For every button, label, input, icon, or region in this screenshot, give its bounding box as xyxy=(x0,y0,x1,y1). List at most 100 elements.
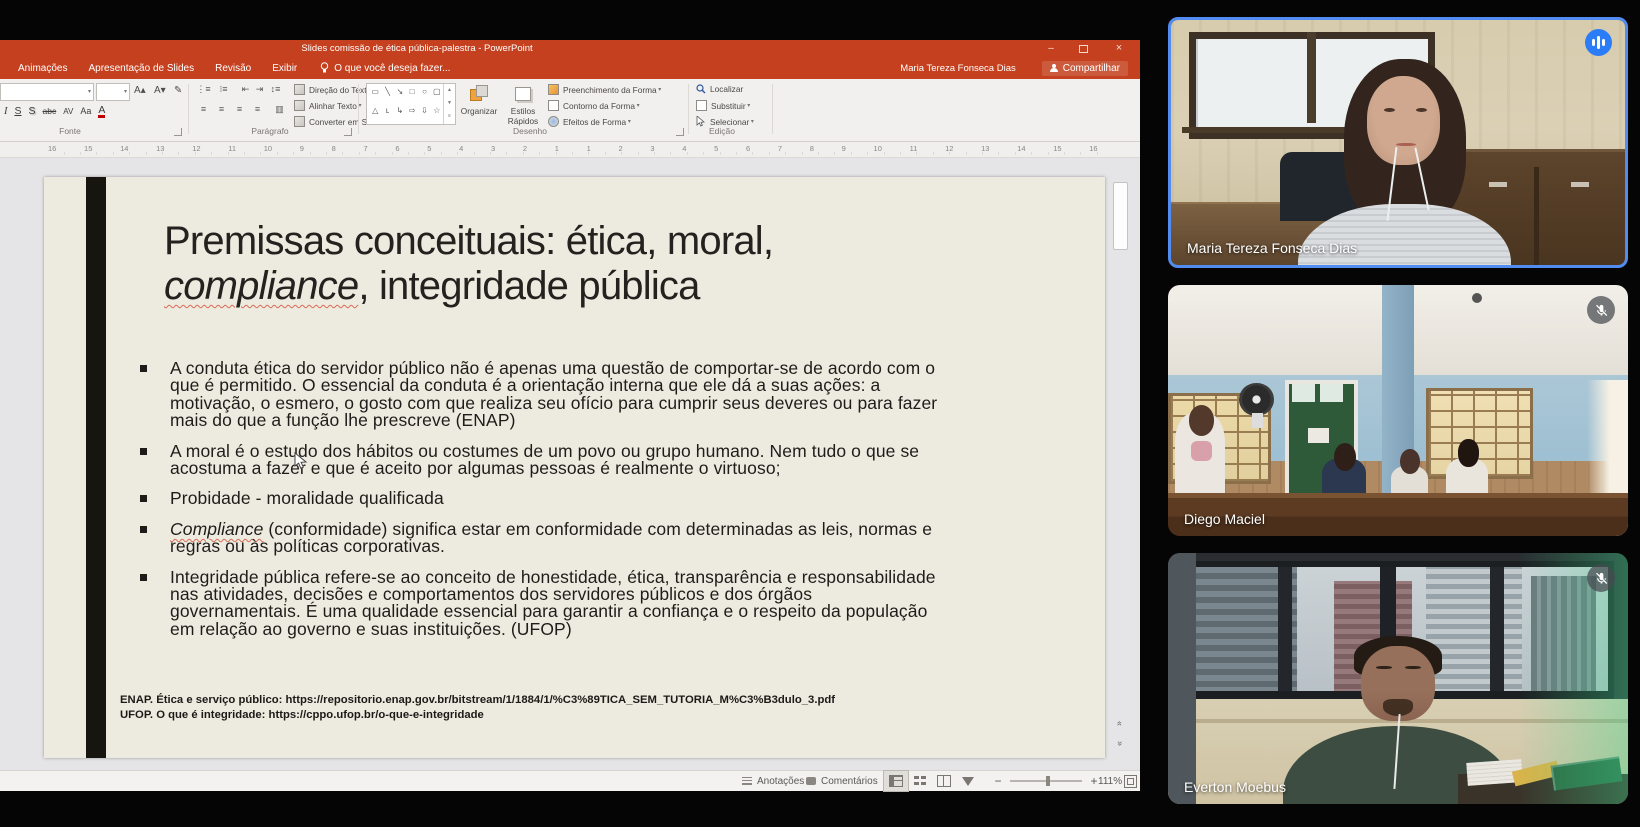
minimize-button[interactable]: – xyxy=(1038,42,1064,55)
scrollbar-thumb[interactable] xyxy=(1113,182,1128,250)
bullet-list-button[interactable]: ⋮≡ xyxy=(196,83,211,96)
replace-button[interactable]: Substituir ▾ xyxy=(696,100,750,111)
justify-button[interactable]: ≡ xyxy=(250,103,265,116)
font-name-combo[interactable]: ▾ xyxy=(0,83,94,101)
align-center-button[interactable]: ≡ xyxy=(214,103,229,116)
shapes-gallery[interactable]: ▭╲↘□○▢ △ʟ↳⇨⇩☆ ▲▼≡ xyxy=(366,83,456,125)
slide-canvas[interactable]: Premissas conceituais: ética, moral, com… xyxy=(44,177,1105,758)
increase-font-button[interactable]: A▴ xyxy=(134,85,146,96)
ruler-number: 6 xyxy=(746,144,750,155)
line-spacing-button[interactable]: ↕≡ xyxy=(268,83,283,96)
bullet-item: Probidade - moralidade qualificada xyxy=(140,490,946,507)
person-head xyxy=(1458,439,1479,467)
speaking-indicator-icon xyxy=(1585,29,1612,56)
ruler-number: 4 xyxy=(459,144,463,155)
shape-icon[interactable]: △ xyxy=(369,104,381,123)
ruler-number: 2 xyxy=(523,144,527,155)
increase-indent-button[interactable]: ⇥ xyxy=(252,83,267,96)
align-right-button[interactable]: ≡ xyxy=(232,103,247,116)
shape-icon[interactable]: ⇩ xyxy=(418,104,430,123)
bullet-item: A conduta ética do servidor público não … xyxy=(140,360,946,430)
shape-icon[interactable]: ↳ xyxy=(394,104,406,123)
font-style-button[interactable]: I xyxy=(4,106,8,117)
ribbon-tabs: Animações Apresentação de Slides Revisão Ex… xyxy=(0,61,300,76)
ribbon-tab-bar: Animações Apresentação de Slides Revisão Ex… xyxy=(0,57,1140,79)
organize-button[interactable]: Organizar xyxy=(458,83,500,125)
ruler-number: 14 xyxy=(120,144,128,155)
shapes-gallery-grid: ▭╲↘□○▢ △ʟ↳⇨⇩☆ xyxy=(369,85,443,123)
shape-icon[interactable]: ○ xyxy=(418,85,430,104)
next-slide-button[interactable]: « xyxy=(1112,736,1127,751)
comments-icon xyxy=(806,777,816,785)
text-direction-button[interactable]: Direção do Texto ▾ xyxy=(294,84,376,95)
align-text-button[interactable]: Alinhar Texto ▾ xyxy=(294,100,362,111)
decrease-font-button[interactable]: A▾ xyxy=(154,85,166,96)
participant-tile-everton[interactable]: Everton Moebus xyxy=(1168,553,1628,804)
zoom-slider-thumb[interactable] xyxy=(1046,776,1050,786)
participant-tile-maria[interactable]: Maria Tereza Fonseca Dias xyxy=(1168,17,1628,268)
vertical-scrollbar[interactable]: « « xyxy=(1112,164,1127,764)
ruler-number: 15 xyxy=(84,144,92,155)
title-bar[interactable]: Slides comissão de ética pública-palestr… xyxy=(0,40,1140,57)
shape-icon[interactable]: □ xyxy=(406,85,418,104)
comments-toggle[interactable]: Comentários xyxy=(806,771,878,791)
shirt-print xyxy=(1191,441,1212,461)
shape-icon[interactable]: ╲ xyxy=(381,85,393,104)
ruler-number: 14 xyxy=(1017,144,1025,155)
ruler-number: 6 xyxy=(395,144,399,155)
slide-bullets[interactable]: A conduta ética do servidor público não … xyxy=(140,360,946,651)
share-label: Compartilhar xyxy=(1063,63,1120,74)
font-size-combo[interactable]: ▾ xyxy=(96,83,130,101)
zoom-level[interactable]: 111% xyxy=(1098,771,1122,791)
ribbon-tab[interactable]: Revisão xyxy=(212,61,254,76)
zoom-slider[interactable] xyxy=(1010,780,1082,782)
slideshow-view-button[interactable] xyxy=(956,771,980,791)
share-button[interactable]: Compartilhar xyxy=(1042,61,1128,76)
shape-icon[interactable]: ▭ xyxy=(369,85,381,104)
font-style-button[interactable]: AV xyxy=(63,107,73,116)
align-left-button[interactable]: ≡ xyxy=(196,103,211,116)
ruler-number: 8 xyxy=(332,144,336,155)
tell-me-box[interactable]: O que você deseja fazer... xyxy=(320,62,450,74)
fit-slide-button[interactable] xyxy=(1124,771,1137,791)
shape-fill-button[interactable]: Preenchimento da Forma ▾ xyxy=(548,84,661,95)
font-style-button[interactable]: S xyxy=(15,105,22,117)
shape-outline-button[interactable]: Contorno da Forma ▾ xyxy=(548,100,640,111)
font-style-button[interactable]: S xyxy=(29,105,36,117)
zoom-out-button[interactable]: − xyxy=(992,774,1004,788)
ribbon-tab[interactable]: Exibir xyxy=(269,61,300,76)
find-button[interactable]: Localizar xyxy=(696,84,743,94)
ribbon-tab[interactable]: Apresentação de Slides xyxy=(85,61,197,76)
fonte-dialog-launcher[interactable] xyxy=(174,128,182,136)
paragrafo-dialog-launcher[interactable] xyxy=(344,128,352,136)
shape-icon[interactable]: ↘ xyxy=(394,85,406,104)
ceiling-fixture xyxy=(1472,293,1482,303)
clear-format-icon[interactable]: ✎ xyxy=(174,85,182,96)
shape-icon[interactable]: ⇨ xyxy=(406,104,418,123)
notes-toggle[interactable]: Anotações xyxy=(742,771,804,791)
close-button[interactable]: × xyxy=(1106,42,1132,55)
numbered-list-button[interactable]: ⁝≡ xyxy=(216,83,231,96)
restore-button[interactable] xyxy=(1070,42,1096,55)
decrease-indent-button[interactable]: ⇤ xyxy=(238,83,253,96)
reading-view-button[interactable] xyxy=(932,771,956,791)
shape-icon[interactable]: ʟ xyxy=(381,104,393,123)
font-style-button[interactable]: A xyxy=(98,105,105,118)
slide-title[interactable]: Premissas conceituais: ética, moral, com… xyxy=(164,219,1044,309)
shape-icon[interactable]: ▢ xyxy=(431,85,443,104)
normal-view-button[interactable] xyxy=(884,771,908,791)
ribbon-tab[interactable]: Animações xyxy=(15,61,70,76)
previous-slide-button[interactable]: « xyxy=(1112,716,1127,731)
font-style-buttons[interactable]: ISSabcAVAaA xyxy=(4,103,112,119)
font-style-button[interactable]: Aa xyxy=(80,106,91,116)
shape-icon[interactable]: ☆ xyxy=(431,104,443,123)
columns-button[interactable]: ▥ xyxy=(272,103,287,116)
font-style-button[interactable]: abc xyxy=(43,106,57,116)
shapes-scroll-buttons[interactable]: ▲▼≡ xyxy=(443,84,455,124)
account-name[interactable]: Maria Tereza Fonseca Dias xyxy=(900,63,1015,74)
participant-tile-diego[interactable]: Diego Maciel xyxy=(1168,285,1628,536)
quick-styles-button[interactable]: Estilos Rápidos xyxy=(502,83,544,125)
slide-sorter-view-button[interactable] xyxy=(908,771,932,791)
edicao-group-label: Edição xyxy=(682,126,762,136)
window-mullion xyxy=(1307,32,1316,123)
